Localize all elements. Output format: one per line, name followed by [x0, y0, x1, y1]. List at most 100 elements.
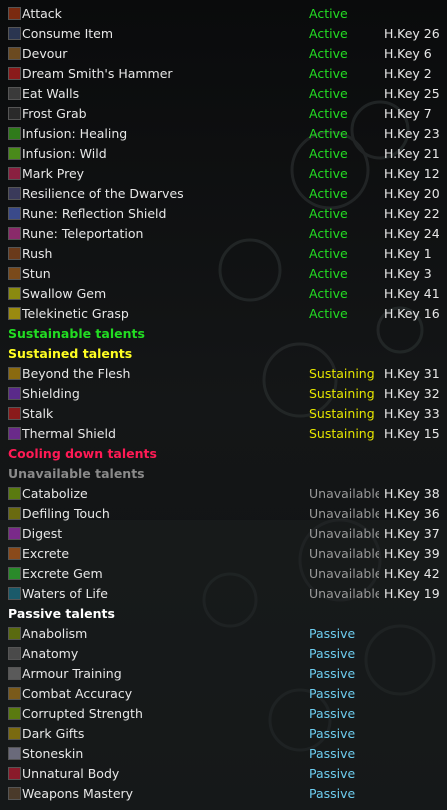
talent-row[interactable]: Rune: Teleportation Active H.Key 24	[0, 224, 447, 244]
talent-hotkey: H.Key 12	[384, 166, 440, 181]
talent-status: Active	[309, 266, 348, 281]
talent-name: Stun	[22, 266, 51, 281]
talent-row[interactable]: Consume Item Active H.Key 26	[0, 24, 447, 44]
talent-name: Rune: Reflection Shield	[22, 206, 167, 221]
talent-name: Beyond the Flesh	[22, 366, 131, 381]
talent-name: Excrete Gem	[22, 566, 103, 581]
beyond-flesh-icon	[8, 367, 21, 380]
talent-status: Passive	[309, 646, 356, 661]
talent-status: Unavailable	[309, 586, 379, 601]
talent-name: Devour	[22, 46, 68, 61]
talent-row[interactable]: Armour Training Passive	[0, 664, 447, 684]
talent-hotkey: H.Key 42	[384, 566, 440, 581]
thermal-shield-icon	[8, 427, 21, 440]
talent-row[interactable]: Combat Accuracy Passive	[0, 684, 447, 704]
talent-status: Passive	[309, 726, 356, 741]
talent-name: Thermal Shield	[22, 426, 116, 441]
talent-row[interactable]: Dream Smith's Hammer Active H.Key 2	[0, 64, 447, 84]
talent-status: Active	[309, 6, 348, 21]
talent-row[interactable]: Dark Gifts Passive	[0, 724, 447, 744]
stun-icon	[8, 267, 21, 280]
talent-status: Active	[309, 146, 348, 161]
talent-row[interactable]: Swallow Gem Active H.Key 41	[0, 284, 447, 304]
corrupted-strength-icon	[8, 707, 21, 720]
talent-row[interactable]: Stoneskin Passive	[0, 744, 447, 764]
header-cooling-down-talents[interactable]: Cooling down talents	[0, 444, 447, 464]
frost-grab-icon	[8, 107, 21, 120]
talent-status: Active	[309, 46, 348, 61]
talent-row[interactable]: Defiling Touch Unavailable H.Key 36	[0, 504, 447, 524]
talent-status: Passive	[309, 746, 356, 761]
talent-row[interactable]: Infusion: Wild Active H.Key 21	[0, 144, 447, 164]
talent-hotkey: H.Key 1	[384, 246, 432, 261]
catabolize-icon	[8, 487, 21, 500]
talent-row[interactable]: Excrete Unavailable H.Key 39	[0, 544, 447, 564]
talent-name: Attack	[22, 6, 62, 21]
hammer-icon	[8, 67, 21, 80]
talent-row[interactable]: Stun Active H.Key 3	[0, 264, 447, 284]
talent-status: Passive	[309, 706, 356, 721]
talent-hotkey: H.Key 2	[384, 66, 432, 81]
talent-hotkey: H.Key 3	[384, 266, 432, 281]
talent-status: Active	[309, 106, 348, 121]
talent-status: Passive	[309, 766, 356, 781]
talent-name: Anabolism	[22, 626, 88, 641]
header-unavailable-talents[interactable]: Unavailable talents	[0, 464, 447, 484]
talent-name: Stalk	[22, 406, 54, 421]
talent-row[interactable]: Stalk Sustaining H.Key 33	[0, 404, 447, 424]
rune-teleport-icon	[8, 227, 21, 240]
talent-hotkey: H.Key 19	[384, 586, 440, 601]
dark-gifts-icon	[8, 727, 21, 740]
talent-row[interactable]: Weapons Mastery Passive	[0, 784, 447, 804]
talent-hotkey: H.Key 31	[384, 366, 440, 381]
talent-name: Consume Item	[22, 26, 114, 41]
talent-row[interactable]: Eat Walls Active H.Key 25	[0, 84, 447, 104]
talent-row[interactable]: Beyond the Flesh Sustaining H.Key 31	[0, 364, 447, 384]
talent-row[interactable]: Anatomy Passive	[0, 644, 447, 664]
talent-hotkey: H.Key 24	[384, 226, 440, 241]
talent-name: Infusion: Wild	[22, 146, 107, 161]
talent-row[interactable]: Frost Grab Active H.Key 7	[0, 104, 447, 124]
talent-row[interactable]: Waters of Life Unavailable H.Key 19	[0, 584, 447, 604]
talent-row[interactable]: Shielding Sustaining H.Key 32	[0, 384, 447, 404]
talent-name: Excrete	[22, 546, 70, 561]
passive-talents-group: Anabolism Passive Anatomy Passive Armour Tra…	[0, 624, 447, 804]
talent-row[interactable]: Unnatural Body Passive	[0, 764, 447, 784]
talent-hotkey: H.Key 16	[384, 306, 440, 321]
talent-hotkey: H.Key 36	[384, 506, 440, 521]
header-passive-talents[interactable]: Passive talents	[0, 604, 447, 624]
talent-row[interactable]: Telekinetic Grasp Active H.Key 16	[0, 304, 447, 324]
talent-row[interactable]: Thermal Shield Sustaining H.Key 15	[0, 424, 447, 444]
talent-row[interactable]: Excrete Gem Unavailable H.Key 42	[0, 564, 447, 584]
talent-row[interactable]: Infusion: Healing Active H.Key 23	[0, 124, 447, 144]
talent-hotkey: H.Key 21	[384, 146, 440, 161]
talent-row[interactable]: Rune: Reflection Shield Active H.Key 22	[0, 204, 447, 224]
talent-name: Mark Prey	[22, 166, 85, 181]
talent-status: Passive	[309, 626, 356, 641]
header-sustained-talents[interactable]: Sustained talents	[0, 344, 447, 364]
armour-training-icon	[8, 667, 21, 680]
infusion-wild-icon	[8, 147, 21, 160]
header-sustainable-talents[interactable]: Sustainable talents	[0, 324, 447, 344]
talent-status: Passive	[309, 686, 356, 701]
talent-row[interactable]: Catabolize Unavailable H.Key 38	[0, 484, 447, 504]
talent-status: Active	[309, 66, 348, 81]
talent-status: Unavailable	[309, 506, 379, 521]
talent-row[interactable]: Rush Active H.Key 1	[0, 244, 447, 264]
talent-hotkey: H.Key 41	[384, 286, 440, 301]
digest-icon	[8, 527, 21, 540]
talent-row[interactable]: Devour Active H.Key 6	[0, 44, 447, 64]
swallow-gem-icon	[8, 287, 21, 300]
talent-hotkey: H.Key 38	[384, 486, 440, 501]
unnatural-body-icon	[8, 767, 21, 780]
stoneskin-icon	[8, 747, 21, 760]
talent-row[interactable]: Resilience of the Dwarves Active H.Key 20	[0, 184, 447, 204]
talent-name: Telekinetic Grasp	[22, 306, 129, 321]
infusion-healing-icon	[8, 127, 21, 140]
talent-row[interactable]: Corrupted Strength Passive	[0, 704, 447, 724]
talent-row[interactable]: Mark Prey Active H.Key 12	[0, 164, 447, 184]
talent-hotkey: H.Key 26	[384, 26, 440, 41]
talent-row[interactable]: Attack Active	[0, 4, 447, 24]
talent-row[interactable]: Anabolism Passive	[0, 624, 447, 644]
talent-row[interactable]: Digest Unavailable H.Key 37	[0, 524, 447, 544]
